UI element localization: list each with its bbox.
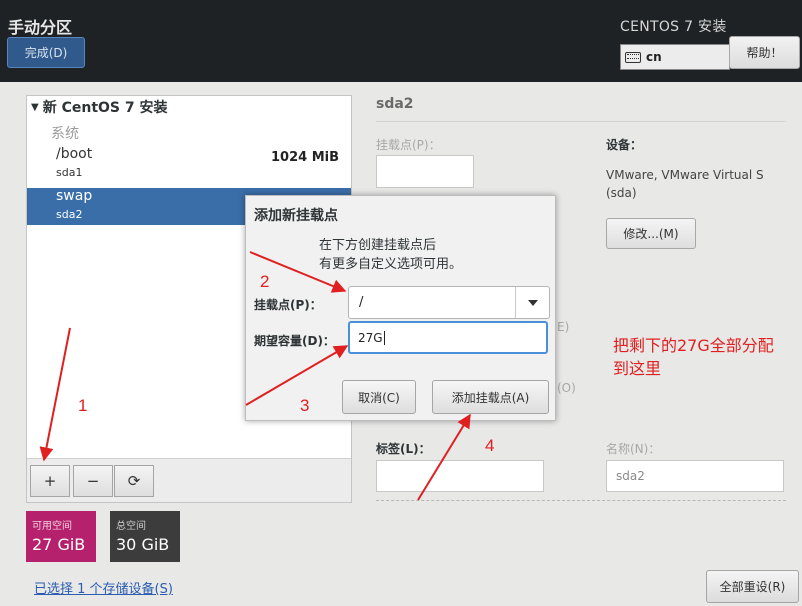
dialog-description: 在下方创建挂载点后 有更多自定义选项可用。 [319,236,462,274]
reset-all-button[interactable]: 全部重设(R) [706,570,799,603]
devices-value-line1: VMware, VMware Virtual S [606,168,764,182]
page-title: 手动分区 [8,18,73,37]
available-space-label: 可用空间 [32,521,72,532]
installation-title: 新 CentOS 7 安装 [42,100,168,116]
mount-point-name: swap [56,188,93,204]
dialog-title: 添加新挂载点 [254,208,338,224]
right-panel-divider [376,121,786,122]
done-button[interactable]: 完成(D) [7,37,85,68]
annotation-note-line1: 把剩下的27G全部分配 [613,336,774,355]
annotation-number-4: 4 [485,436,495,455]
label-fragment-o: (O) [557,381,576,395]
refresh-button[interactable]: ⟳ [114,465,154,497]
label-field[interactable] [376,460,544,492]
keyboard-icon [625,51,641,63]
dialog-description-line2: 有更多自定义选项可用。 [319,257,463,272]
modify-button[interactable]: 修改...(M) [606,218,696,249]
label-field-label: 标签(L)： [376,442,431,456]
installation-header[interactable]: ▼ 新 CentOS 7 安装 [31,97,167,117]
keyboard-layout-indicator[interactable]: cn [620,44,730,70]
annotation-note-line2: 到这里 [613,359,662,378]
selected-storage-link[interactable]: 已选择 1 个存储设备(S) [34,578,173,597]
mount-point-field-label: 挂载点(P)： [376,138,441,152]
mount-point-size: 1024 MiB [270,150,339,165]
total-space-value: 30 GiB [116,535,170,554]
mount-point-combobox[interactable]: / [348,286,550,319]
desired-capacity-value: 27G [358,330,383,345]
name-field[interactable]: sda2 [606,460,784,492]
add-mount-point-dialog: 添加新挂载点 在下方创建挂载点后 有更多自定义选项可用。 挂载点(P)： / 期… [245,195,556,421]
chevron-down-icon [527,299,538,306]
mount-point-field[interactable] [376,155,474,188]
available-space-box: 可用空间 27 GiB [26,511,96,562]
mount-point-device: sda2 [56,208,83,221]
right-panel-dashed-divider [376,500,786,501]
desired-capacity-input[interactable]: 27G [348,321,548,354]
add-mount-point-button[interactable]: 添加挂载点(A) [432,380,549,414]
dropdown-button[interactable] [515,287,549,318]
total-space-box: 总空间 30 GiB [110,511,180,562]
annotation-note: 把剩下的27G全部分配 到这里 [613,334,774,380]
mount-point-name: /boot [56,146,93,162]
mount-point-toolbar: + − ⟳ [27,458,351,502]
dialog-capacity-label: 期望容量(D)： [254,334,335,348]
annotation-number-1: 1 [78,396,88,415]
product-title: CENTOS 7 安装 [620,19,727,35]
mount-point-device: sda1 [56,166,83,179]
available-space-value: 27 GiB [32,535,86,554]
annotation-number-3: 3 [300,396,310,415]
help-button[interactable]: 帮助！ [729,36,800,69]
label-fragment-e: E) [557,320,570,334]
device-title: sda2 [376,96,414,112]
dialog-description-line1: 在下方创建挂载点后 [319,238,437,253]
remove-mount-point-button[interactable]: − [73,465,113,497]
devices-value-line2: (sda) [606,186,637,200]
name-field-label: 名称(N)： [606,442,661,456]
header-bar: 手动分区 完成(D) CENTOS 7 安装 cn 帮助！ [0,0,802,82]
text-cursor [383,330,385,345]
dialog-mount-point-label: 挂载点(P)： [254,298,322,312]
devices-label: 设备： [606,138,643,152]
mount-point-item-boot[interactable]: /boot sda1 1024 MiB [27,146,351,183]
cancel-button[interactable]: 取消(C) [342,380,416,414]
system-section-label: 系统 [51,126,79,142]
expand-arrow-icon[interactable]: ▼ [31,102,39,113]
add-mount-point-button[interactable]: + [30,465,70,497]
total-space-label: 总空间 [116,521,146,532]
keyboard-layout-label: cn [646,50,662,64]
mount-point-combobox-value: / [359,295,364,310]
annotation-number-2: 2 [260,272,270,291]
